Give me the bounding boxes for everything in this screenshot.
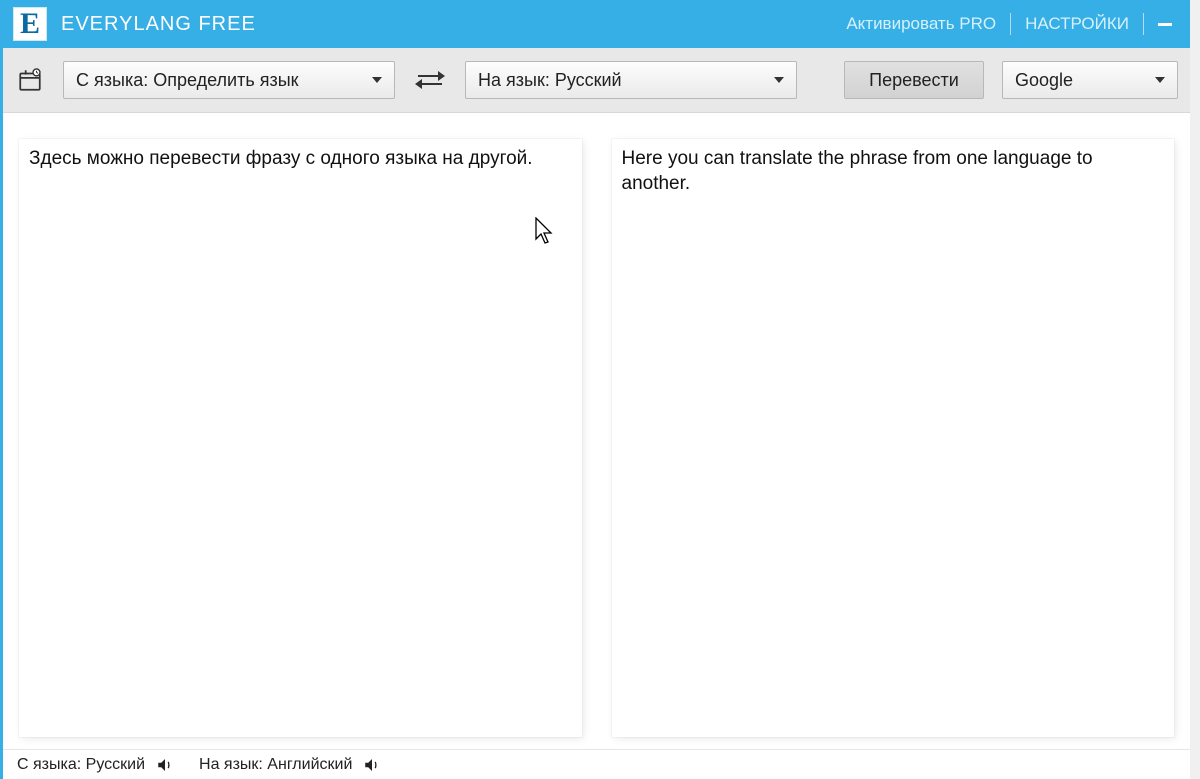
- speak-target-button[interactable]: [362, 755, 382, 775]
- minimize-icon: [1158, 23, 1172, 26]
- status-from-label: С языка: Русский: [17, 756, 145, 774]
- history-icon: [17, 67, 43, 93]
- chevron-down-icon: [1137, 77, 1165, 83]
- minimize-button[interactable]: [1150, 9, 1180, 39]
- activate-pro-link[interactable]: Активировать PRO: [832, 14, 1010, 34]
- source-text-area[interactable]: Здесь можно перевести фразу с одного язы…: [19, 139, 582, 737]
- chevron-down-icon: [756, 77, 784, 83]
- engine-label: Google: [1015, 70, 1073, 91]
- speak-source-button[interactable]: [155, 755, 175, 775]
- app-logo-icon: E: [13, 7, 47, 41]
- source-language-label: С языка: Определить язык: [76, 70, 299, 91]
- target-language-label: На язык: Русский: [478, 70, 622, 91]
- translation-panes: Здесь можно перевести фразу с одного язы…: [3, 113, 1190, 749]
- app-window: E EVERYLANG FREE Активировать PRO НАСТРО…: [0, 0, 1190, 779]
- source-language-dropdown[interactable]: С языка: Определить язык: [63, 61, 395, 99]
- speaker-icon: [363, 756, 381, 774]
- app-title: EVERYLANG FREE: [61, 13, 256, 36]
- titlebar-separator: [1143, 13, 1144, 35]
- target-language-dropdown[interactable]: На язык: Русский: [465, 61, 797, 99]
- swap-icon: [414, 67, 446, 93]
- translate-button[interactable]: Перевести: [844, 61, 984, 99]
- toolbar: С языка: Определить язык На язык: Русски…: [3, 48, 1190, 113]
- translate-button-label: Перевести: [869, 70, 959, 91]
- chevron-down-icon: [354, 77, 382, 83]
- settings-link[interactable]: НАСТРОЙКИ: [1011, 14, 1143, 34]
- history-button[interactable]: [15, 65, 45, 95]
- titlebar: E EVERYLANG FREE Активировать PRO НАСТРО…: [3, 0, 1190, 48]
- target-text-area[interactable]: Here you can translate the phrase from o…: [612, 139, 1175, 737]
- statusbar: С языка: Русский На язык: Английский: [3, 749, 1190, 779]
- swap-languages-button[interactable]: [413, 67, 447, 93]
- status-to-label: На язык: Английский: [199, 756, 352, 774]
- speaker-icon: [156, 756, 174, 774]
- engine-dropdown[interactable]: Google: [1002, 61, 1178, 99]
